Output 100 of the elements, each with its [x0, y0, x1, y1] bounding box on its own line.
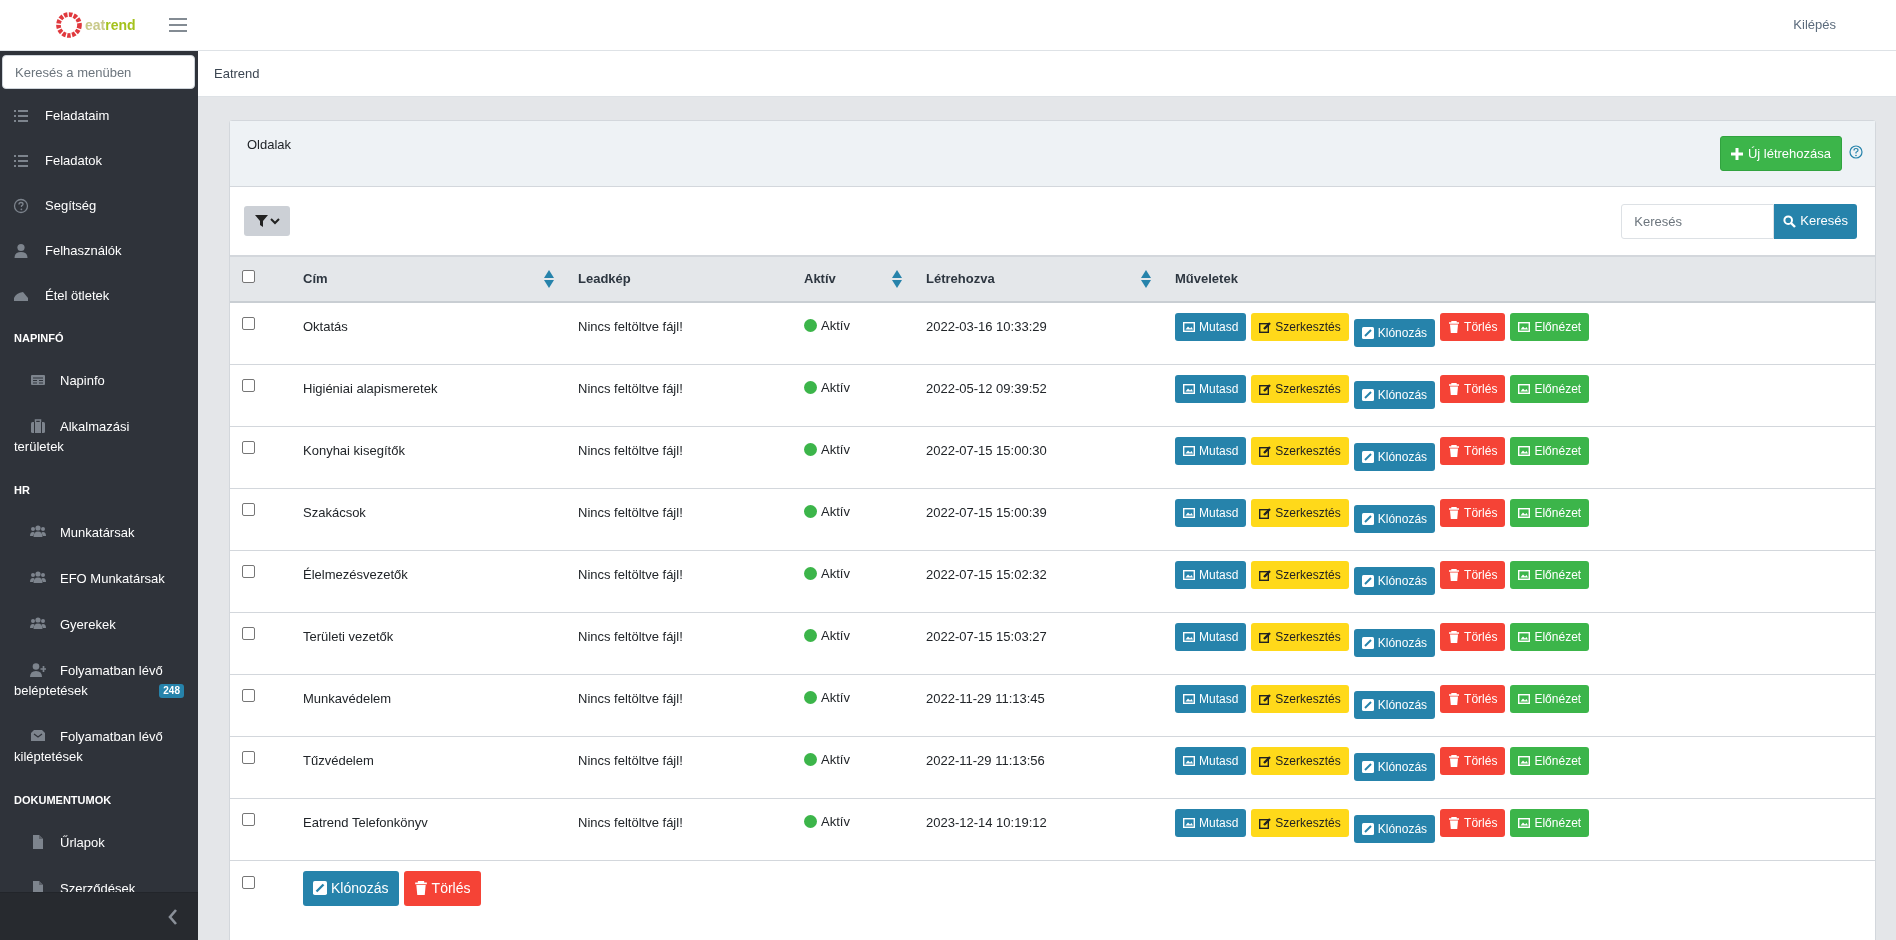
menu-search-field[interactable]: Keresés a menüben: [2, 55, 195, 89]
show-button[interactable]: Mutasd: [1175, 808, 1247, 837]
sidebar-item[interactable]: EFO Munkatársak: [0, 556, 198, 602]
row-checkbox[interactable]: [242, 812, 255, 826]
search-field[interactable]: Keresés: [1621, 203, 1775, 239]
preview-button[interactable]: Előnézet: [1510, 622, 1590, 651]
clone-button[interactable]: Klónozás: [1353, 690, 1436, 719]
edit-button[interactable]: Szerkesztés: [1251, 560, 1349, 589]
pencil-icon: [1361, 760, 1374, 773]
delete-button[interactable]: Törlés: [403, 870, 481, 906]
clone-button[interactable]: Klónozás: [303, 870, 399, 906]
sidebar-item[interactable]: Étel ötletek: [0, 273, 198, 318]
show-button[interactable]: Mutasd: [1175, 374, 1247, 403]
edit-button[interactable]: Szerkesztés: [1251, 746, 1349, 775]
help-icon[interactable]: [1849, 145, 1863, 159]
edit-button[interactable]: Szerkesztés: [1251, 622, 1349, 651]
row-checkbox[interactable]: [242, 875, 255, 889]
show-button[interactable]: Mutasd: [1175, 746, 1247, 775]
sidebar-item[interactable]: Folyamatban lévő beléptetések 248: [0, 648, 198, 714]
clone-button[interactable]: Klónozás: [1353, 752, 1436, 781]
preview-button[interactable]: Előnézet: [1510, 498, 1590, 527]
preview-button[interactable]: Előnézet: [1510, 684, 1590, 713]
image-icon: [1518, 506, 1531, 519]
column-header[interactable]: Aktív: [804, 269, 836, 289]
table-cell: 2022-05-12 09:39:52: [926, 380, 1047, 396]
edit-button[interactable]: Szerkesztés: [1251, 313, 1349, 341]
trash-icon: [1448, 816, 1461, 829]
row-checkbox[interactable]: [242, 750, 255, 764]
delete-button[interactable]: Törlés: [1440, 560, 1506, 589]
preview-button[interactable]: Előnézet: [1510, 560, 1590, 589]
sidebar-item[interactable]: Munkatársak: [0, 510, 198, 556]
image-icon: [1518, 568, 1531, 581]
show-button[interactable]: Mutasd: [1175, 684, 1247, 713]
sidebar-item[interactable]: Űrlapok: [0, 820, 198, 866]
clone-button[interactable]: Klónozás: [1353, 504, 1436, 533]
collapse-chevron-icon[interactable]: [168, 908, 178, 925]
sidebar-item[interactable]: Alkalmazási területek: [0, 404, 198, 470]
table-cell: Nincs feltöltve fájl!: [578, 319, 683, 334]
table-cell: 2023-12-14 10:19:12: [926, 814, 1047, 830]
show-button[interactable]: Mutasd: [1175, 622, 1247, 651]
sidebar-section-title: DOKUMENTUMOK: [13, 792, 113, 808]
delete-button[interactable]: Törlés: [1440, 313, 1506, 341]
filter-button[interactable]: [244, 206, 290, 236]
column-header[interactable]: Cím: [303, 269, 328, 289]
preview-button[interactable]: Előnézet: [1510, 808, 1590, 837]
clone-button[interactable]: Klónozás: [1353, 380, 1436, 409]
show-button[interactable]: Mutasd: [1175, 560, 1247, 589]
create-button[interactable]: Új létrehozása: [1719, 136, 1842, 171]
edit-button[interactable]: Szerkesztés: [1251, 684, 1349, 713]
clone-button[interactable]: Klónozás: [1353, 442, 1436, 471]
delete-button[interactable]: Törlés: [1440, 374, 1506, 403]
trash-icon: [1448, 382, 1461, 395]
sidebar-item[interactable]: Gyerekek: [0, 602, 198, 648]
search-button[interactable]: Keresés: [1774, 203, 1857, 239]
row-checkbox[interactable]: [242, 317, 255, 330]
column-header[interactable]: Létrehozva: [926, 269, 995, 289]
row-checkbox[interactable]: [242, 626, 255, 640]
search-icon: [1783, 214, 1797, 228]
breadcrumb-item[interactable]: Eatrend: [214, 63, 260, 84]
edit-button[interactable]: Szerkesztés: [1251, 374, 1349, 403]
select-all-checkbox[interactable]: [242, 270, 255, 284]
sidebar-item[interactable]: Segítség: [0, 183, 198, 228]
delete-button[interactable]: Törlés: [1440, 436, 1506, 465]
sidebar-item[interactable]: Felhasználók: [0, 228, 198, 273]
delete-button[interactable]: Törlés: [1440, 622, 1506, 651]
clone-button[interactable]: Klónozás: [1353, 319, 1436, 347]
row-checkbox[interactable]: [242, 378, 255, 392]
sidebar-item[interactable]: Feladatok: [0, 138, 198, 183]
logout-link[interactable]: Kilépés: [1793, 15, 1836, 35]
clone-button[interactable]: Klónozás: [1353, 628, 1436, 657]
preview-button[interactable]: Előnézet: [1510, 436, 1590, 465]
menu-icon[interactable]: [168, 17, 188, 33]
clone-button[interactable]: Klónozás: [1353, 814, 1436, 843]
row-checkbox[interactable]: [242, 564, 255, 578]
pencil-icon: [1361, 822, 1374, 835]
edit-button[interactable]: Szerkesztés: [1251, 498, 1349, 527]
delete-button[interactable]: Törlés: [1440, 746, 1506, 775]
row-checkbox[interactable]: [242, 440, 255, 454]
trash-icon: [1448, 321, 1461, 333]
row-checkbox[interactable]: [242, 688, 255, 702]
delete-button[interactable]: Törlés: [1440, 808, 1506, 837]
preview-button[interactable]: Előnézet: [1510, 746, 1590, 775]
status-label: Aktív: [821, 440, 850, 459]
preview-button[interactable]: Előnézet: [1510, 374, 1590, 403]
edit-icon: [1259, 444, 1272, 457]
show-button[interactable]: Mutasd: [1175, 313, 1247, 341]
table-cell: Szakácsok: [303, 504, 366, 520]
delete-button[interactable]: Törlés: [1440, 684, 1506, 713]
edit-button[interactable]: Szerkesztés: [1251, 808, 1349, 837]
sidebar-item[interactable]: Feladataim: [0, 93, 198, 138]
edit-button[interactable]: Szerkesztés: [1251, 436, 1349, 465]
delete-button[interactable]: Törlés: [1440, 498, 1506, 527]
list-icon: [13, 107, 29, 124]
clone-button[interactable]: Klónozás: [1353, 566, 1436, 595]
row-checkbox[interactable]: [242, 502, 255, 516]
preview-button[interactable]: Előnézet: [1510, 313, 1590, 341]
show-button[interactable]: Mutasd: [1175, 498, 1247, 527]
sidebar-item[interactable]: Napinfo: [0, 358, 198, 404]
show-button[interactable]: Mutasd: [1175, 436, 1247, 465]
sidebar-item[interactable]: Folyamatban lévő kiléptetések: [0, 714, 198, 780]
